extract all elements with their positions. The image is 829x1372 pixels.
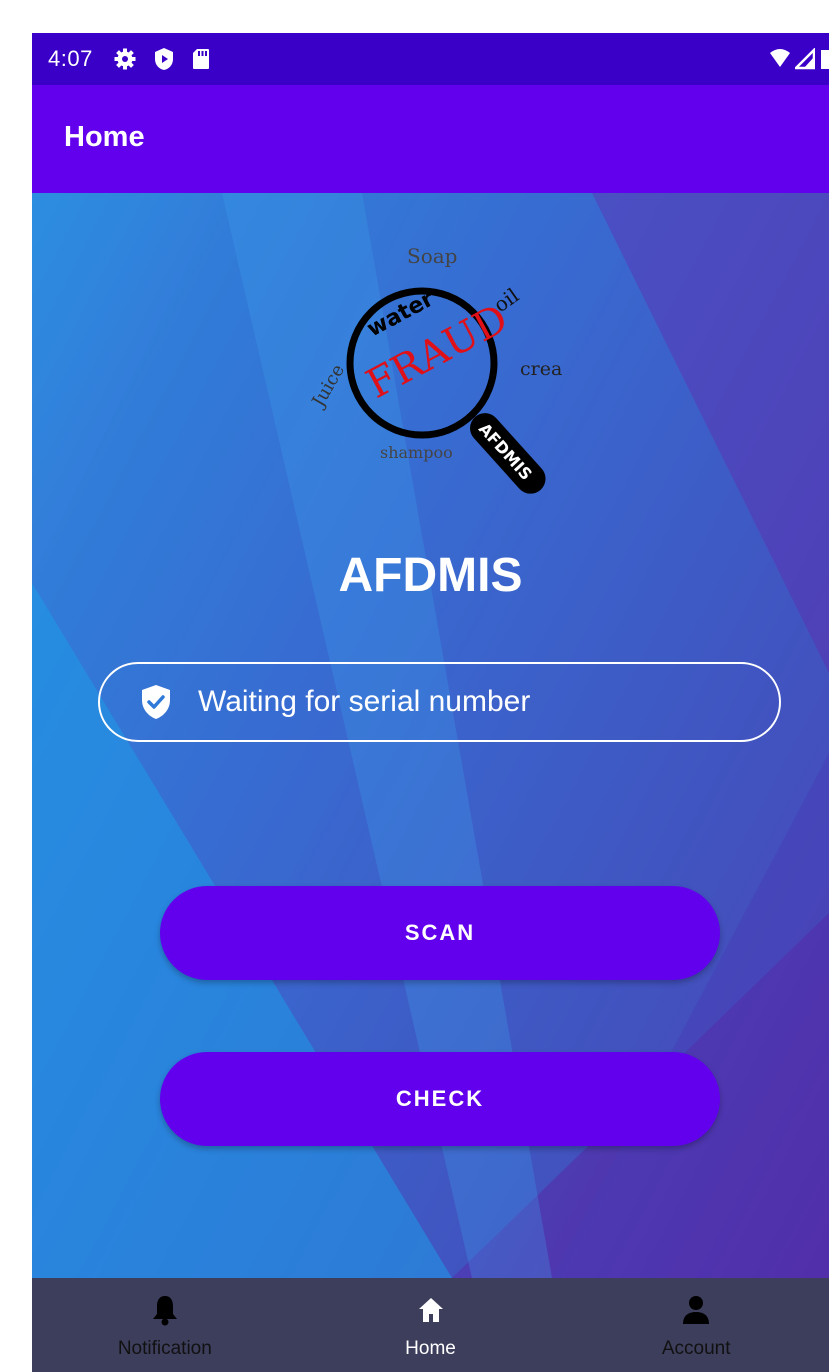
person-icon: [683, 1296, 710, 1324]
check-button[interactable]: CHECK: [160, 1052, 720, 1146]
nav-item-notification[interactable]: Notification: [32, 1278, 298, 1372]
fraud-detection-logo: Soap oil cream Juice shampoo water FRAUD…: [272, 233, 580, 495]
app-bar: Home: [32, 85, 829, 193]
nav-item-account[interactable]: Account: [563, 1278, 829, 1372]
battery-icon: [821, 50, 829, 69]
nav-label-home: Home: [405, 1338, 456, 1359]
nav-label-account: Account: [661, 1338, 731, 1359]
sd-card-icon: [192, 49, 209, 69]
serial-status-text: Waiting for serial number: [198, 685, 531, 718]
page-title: Home: [64, 121, 145, 153]
home-content: Soap oil cream Juice shampoo water FRAUD…: [32, 193, 829, 1278]
serial-status-field: Waiting for serial number: [98, 662, 781, 742]
scan-button[interactable]: SCAN: [160, 886, 720, 980]
bell-icon: [152, 1296, 177, 1326]
nav-item-home[interactable]: Home: [298, 1278, 564, 1372]
verified-shield-icon: [142, 685, 170, 719]
gear-icon: [114, 48, 136, 70]
logo-word-soap: Soap: [407, 244, 457, 268]
brand-title: AFDMIS: [338, 549, 523, 602]
magnifier-handle: AFDMIS: [470, 413, 546, 494]
home-icon: [418, 1298, 443, 1322]
status-time: 4:07: [48, 46, 93, 71]
logo-word-shampoo: shampoo: [380, 443, 453, 462]
wifi-icon: [770, 49, 790, 67]
phone-screen: 4:07 Home Soap oil crea Juice shampoo wa…: [32, 33, 829, 1372]
status-icons-left: [113, 47, 211, 71]
signal-icon: [795, 48, 815, 70]
shield-play-icon: [154, 48, 173, 70]
status-bar: 4:07: [32, 33, 829, 85]
status-icons-right: [769, 33, 829, 85]
nav-label-notification: Notification: [117, 1338, 212, 1359]
bottom-navigation: Notification Home Account: [32, 1278, 829, 1372]
logo-word-cream: cream: [520, 358, 562, 380]
logo-word-juice: Juice: [307, 361, 349, 412]
